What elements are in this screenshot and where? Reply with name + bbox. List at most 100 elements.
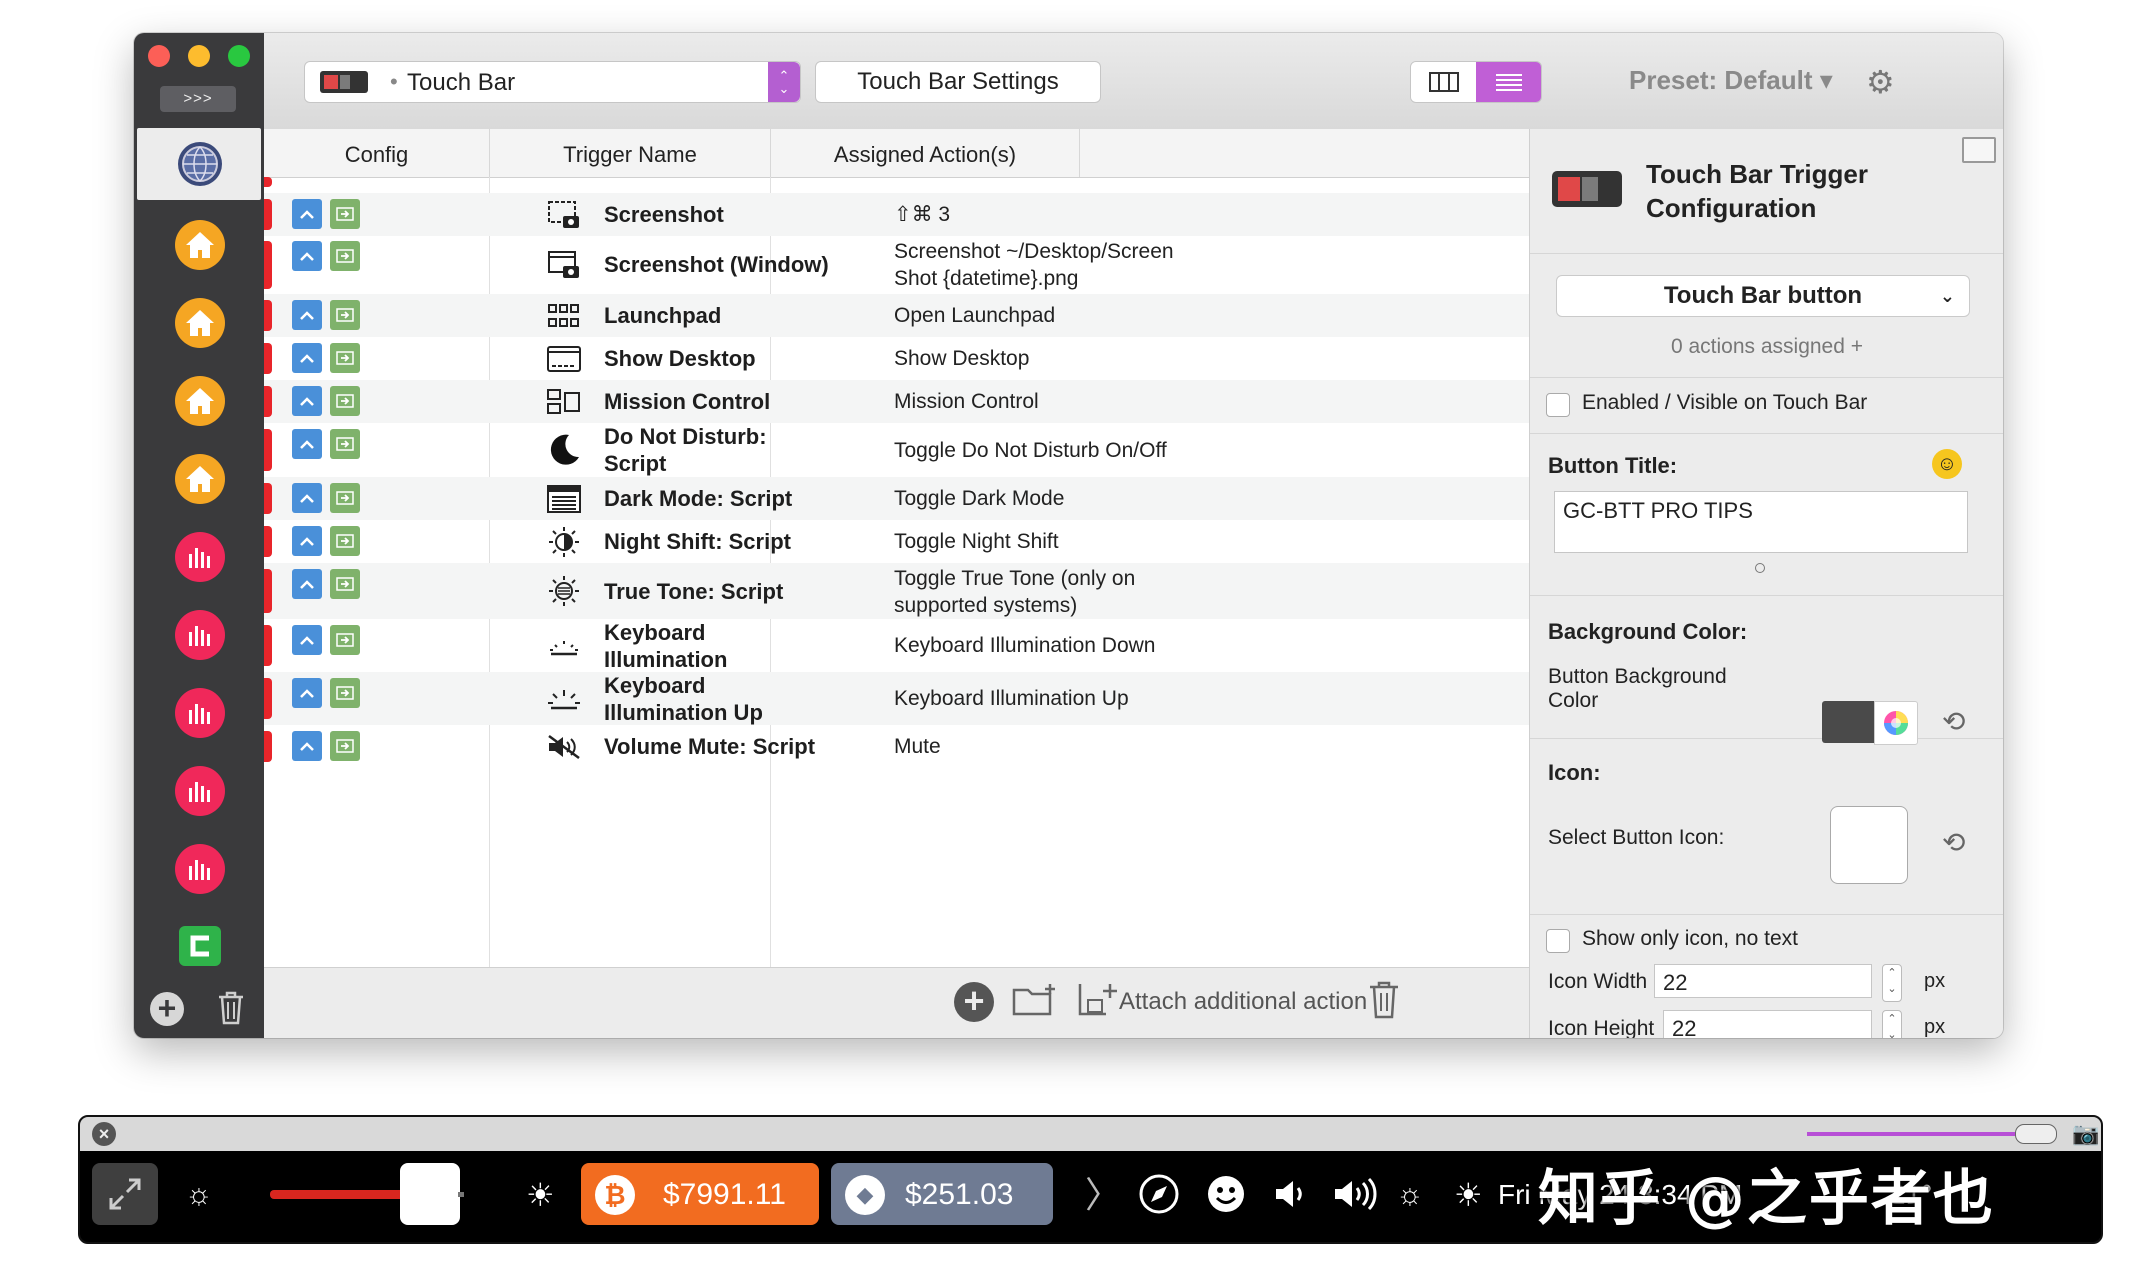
list-view-icon[interactable] [1476, 62, 1541, 102]
enabled-checkbox[interactable] [1546, 393, 1570, 417]
delete-trigger-icon[interactable] [1367, 980, 1401, 1025]
row-up-icon[interactable] [292, 526, 322, 556]
bitcoin-widget[interactable]: ₿ $7991.11 [581, 1163, 819, 1225]
row-up-icon[interactable] [292, 483, 322, 513]
volume-down-icon[interactable] [1270, 1173, 1312, 1233]
device-select[interactable]: • Touch Bar ⌃ ⌄ [304, 61, 801, 103]
row-run-icon[interactable] [330, 678, 360, 708]
reset-color-icon[interactable]: ⟲ [1942, 705, 1965, 738]
opacity-slider[interactable] [1807, 1132, 2027, 1136]
row-run-icon[interactable] [330, 343, 360, 373]
safari-compass-icon[interactable] [1138, 1173, 1180, 1233]
trigger-type-dropdown[interactable]: Touch Bar button ⌄ [1556, 275, 1970, 317]
home-icon[interactable] [175, 220, 225, 270]
column-header-config[interactable]: Config [264, 129, 490, 177]
column-header-trigger[interactable]: Trigger Name [490, 129, 771, 177]
row-up-icon[interactable] [292, 343, 322, 373]
table-row[interactable]: Mission Control Mission Control [264, 380, 1529, 423]
row-up-icon[interactable] [292, 199, 322, 229]
row-run-icon[interactable] [330, 241, 360, 271]
icon-height-input[interactable]: 22 [1663, 1010, 1872, 1038]
row-run-icon[interactable] [330, 569, 360, 599]
preset-menu[interactable]: Preset: Default ▾ [1629, 65, 1833, 96]
columns-view-icon[interactable] [1411, 62, 1476, 102]
touchbar-settings-button[interactable]: Touch Bar Settings [815, 61, 1101, 103]
window-close-button[interactable] [148, 45, 170, 67]
emoji-icon[interactable] [1205, 1173, 1247, 1233]
window-zoom-button[interactable] [228, 45, 250, 67]
audio-bars-icon[interactable] [175, 844, 225, 894]
row-up-icon[interactable] [292, 241, 322, 271]
icon-width-input[interactable]: 22 [1654, 964, 1872, 998]
row-run-icon[interactable] [330, 483, 360, 513]
chevron-right-icon[interactable]: 〉 [1085, 1165, 1121, 1225]
row-up-icon[interactable] [292, 300, 322, 330]
home-icon[interactable] [175, 454, 225, 504]
audio-bars-icon[interactable] [175, 688, 225, 738]
window-minimize-button[interactable] [188, 45, 210, 67]
table-row[interactable]: Screenshot (Window) Screenshot ~/Desktop… [264, 236, 1529, 294]
globe-icon[interactable] [178, 142, 222, 186]
select-stepper-icon[interactable]: ⌃ ⌄ [768, 62, 800, 102]
table-row[interactable]: Keyboard Illumination Down Keyboard Illu… [264, 619, 1529, 699]
table-row[interactable]: Dark Mode: Script Toggle Dark Mode [264, 477, 1529, 520]
home-icon[interactable] [175, 376, 225, 426]
row-run-icon[interactable] [330, 429, 360, 459]
row-run-icon[interactable] [330, 526, 360, 556]
row-run-icon[interactable] [330, 731, 360, 761]
home-icon[interactable] [175, 298, 225, 348]
ethereum-widget[interactable]: ◆ $251.03 [831, 1163, 1053, 1225]
row-up-icon[interactable] [292, 625, 322, 655]
expand-icon[interactable] [92, 1163, 158, 1225]
close-icon[interactable]: × [92, 1122, 116, 1146]
kbd-brightness-down-icon[interactable]: ☼ [1396, 1165, 1424, 1225]
kbd-brightness-up-icon[interactable]: ☀ [1454, 1165, 1483, 1225]
row-run-icon[interactable] [330, 300, 360, 330]
brightness-low-icon[interactable]: ☼ [185, 1165, 213, 1225]
audio-bars-icon[interactable] [175, 766, 225, 816]
table-row[interactable]: Keyboard Illumination Up Keyboard Illumi… [264, 672, 1529, 725]
camera-icon[interactable]: 📷 [2072, 1121, 2099, 1147]
table-row[interactable]: Do Not Disturb: Script Toggle Do Not Dis… [264, 423, 1529, 477]
attach-action-icon[interactable] [1076, 982, 1118, 1027]
bg-color-swatch[interactable] [1822, 701, 1874, 743]
volume-up-icon[interactable] [1331, 1173, 1381, 1233]
audio-bars-icon[interactable] [175, 532, 225, 582]
icon-width-stepper[interactable]: ⌃ ⌄ [1882, 964, 1902, 1002]
resize-handle-icon[interactable] [1755, 563, 1765, 573]
gear-icon[interactable]: ⚙ [1866, 63, 1895, 101]
table-row[interactable]: Volume Mute: Script Mute [264, 725, 1529, 768]
row-up-icon[interactable] [292, 386, 322, 416]
row-up-icon[interactable] [292, 731, 322, 761]
row-run-icon[interactable] [330, 386, 360, 416]
select-icon-well[interactable] [1830, 806, 1908, 884]
icon-height-stepper[interactable]: ⌃ ⌄ [1882, 1010, 1902, 1038]
table-row[interactable]: Show Desktop Show Desktop [264, 337, 1529, 380]
brightness-slider-knob[interactable] [400, 1163, 460, 1225]
slider-knob[interactable] [2015, 1124, 2057, 1144]
brightness-high-icon[interactable]: ☀ [526, 1165, 555, 1225]
add-app-button[interactable]: + [150, 992, 184, 1026]
table-row[interactable]: Night Shift: Script Toggle Night Shift [264, 520, 1529, 563]
detach-window-icon[interactable] [1962, 137, 1996, 163]
row-run-icon[interactable] [330, 199, 360, 229]
emoji-picker-icon[interactable]: ☺ [1932, 449, 1962, 479]
table-row[interactable]: Screenshot ⇧⌘ 3 [264, 193, 1529, 236]
table-row[interactable]: True Tone: Script Toggle True Tone (only… [264, 563, 1529, 619]
delete-app-icon[interactable] [216, 990, 246, 1031]
brightness-slider-track[interactable] [270, 1190, 410, 1199]
add-folder-icon[interactable] [1012, 982, 1058, 1023]
camtasia-icon[interactable] [179, 926, 221, 966]
button-title-input[interactable]: GC-BTT PRO TIPS [1554, 491, 1968, 553]
row-up-icon[interactable] [292, 429, 322, 459]
row-up-icon[interactable] [292, 569, 322, 599]
only-icon-checkbox[interactable] [1546, 929, 1570, 953]
column-header-actions[interactable]: Assigned Action(s) [771, 129, 1080, 177]
row-up-icon[interactable] [292, 678, 322, 708]
table-row[interactable]: Launchpad Open Launchpad [264, 294, 1529, 337]
audio-bars-icon[interactable] [175, 610, 225, 660]
add-trigger-button[interactable]: + [954, 982, 994, 1022]
attach-action-label[interactable]: Attach additional action [1119, 988, 1367, 1016]
reset-icon-icon[interactable]: ⟲ [1942, 826, 1965, 859]
actions-assigned-link[interactable]: 0 actions assigned + [1530, 335, 2003, 359]
